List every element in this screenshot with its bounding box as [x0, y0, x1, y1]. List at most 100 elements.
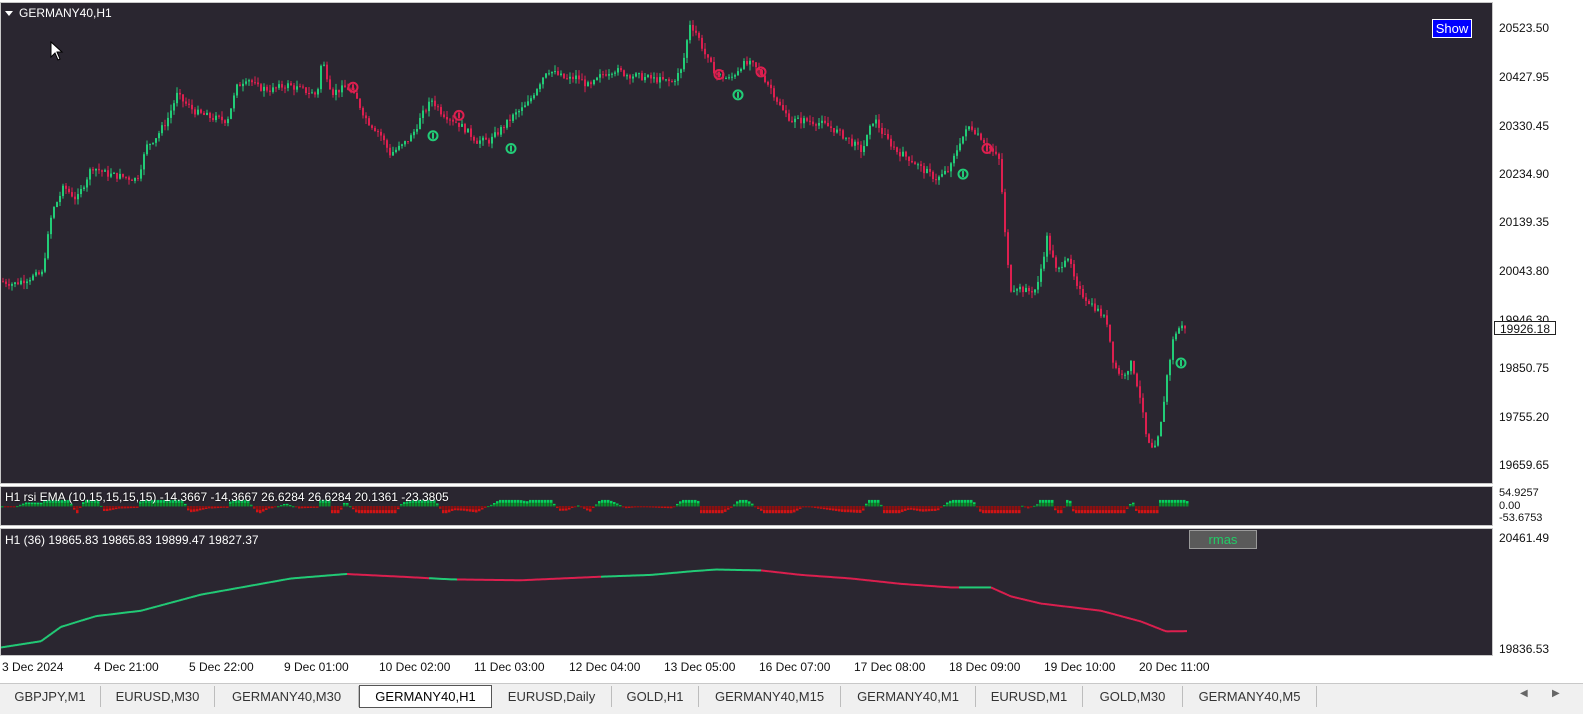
tab-eurusd-m30[interactable]: EURUSD,M30 [101, 686, 215, 707]
rmas-button[interactable]: rmas [1189, 530, 1257, 549]
rma-segment [145, 609, 147, 610]
candle-body [1046, 236, 1048, 257]
rsi-bar-signal [529, 503, 532, 506]
rma-segment [1005, 594, 1007, 595]
rsi-bar-signal [631, 506, 634, 507]
tab-scroll-right-icon[interactable]: ▶ [1552, 688, 1560, 699]
tab-germany40-m5[interactable]: GERMANY40,M5 [1183, 686, 1317, 707]
candle-body [449, 120, 451, 121]
rsi-bar-signal [1015, 506, 1018, 510]
rma-segment [1009, 596, 1011, 597]
candle-body [1076, 276, 1078, 285]
tab-scroll-left-icon[interactable]: ◀ [1520, 688, 1528, 699]
rsi-bar-signal [868, 503, 871, 506]
rsi-bar-signal [751, 505, 754, 506]
candle-body [869, 126, 871, 135]
rsi-bar-signal [1102, 506, 1105, 510]
candle-body [41, 272, 43, 275]
candle-body [425, 110, 427, 111]
rsi-bar-signal [439, 506, 442, 507]
rsi-bar-signal [628, 506, 631, 507]
candle-body [290, 83, 292, 85]
tab-germany40-m15[interactable]: GERMANY40,M15 [699, 686, 841, 707]
time-tick: 11 Dec 03:00 [474, 660, 545, 674]
rsi-bar-signal [916, 506, 919, 509]
rsi-bar-signal [703, 506, 706, 510]
candle-body [203, 113, 205, 115]
candle-body [14, 282, 16, 284]
time-tick: 18 Dec 09:00 [949, 660, 1020, 674]
rsi-bar-signal [931, 506, 934, 509]
rsi-bar-signal [577, 506, 580, 507]
rsi-bar-signal [226, 506, 229, 507]
tab-eurusd-m1[interactable]: EURUSD,M1 [976, 686, 1083, 707]
candle-body [1091, 303, 1093, 304]
candlestick-chart[interactable] [1, 3, 1492, 483]
rsi-bar-signal [187, 506, 190, 508]
rsi-bar-signal [1018, 506, 1021, 510]
candle-body [188, 104, 190, 105]
candle-body [857, 142, 859, 145]
tab-eurusd-daily[interactable]: EURUSD,Daily [492, 686, 612, 707]
rma-segment [1129, 618, 1131, 619]
candle-body [518, 111, 520, 112]
rsi-bar-signal [1147, 506, 1150, 510]
rsi-bar-signal [847, 506, 850, 509]
current-price-label: 19926.18 [1494, 321, 1556, 335]
rsi-bar-signal [1108, 506, 1111, 510]
candle-body [8, 284, 10, 286]
rsi-pane[interactable]: H1 rsi EMA (10,15,15,15,15) -14.3667 -14… [0, 486, 1493, 526]
candle-body [683, 58, 685, 69]
time-tick: 16 Dec 07:00 [759, 660, 830, 674]
rma-segment [1105, 612, 1107, 613]
candle-body [509, 120, 511, 121]
price-chart-pane[interactable]: GERMANY40,H1 Show [0, 2, 1493, 484]
time-tick: 12 Dec 04:00 [569, 660, 640, 674]
rma-segment [151, 608, 153, 609]
rma-segment [1007, 595, 1009, 596]
candle-body [689, 25, 691, 40]
candle-body [746, 61, 748, 64]
rsi-bar-signal [607, 503, 610, 506]
candle-body [647, 75, 649, 77]
rsi-bar-signal [730, 506, 733, 507]
candle-body [728, 77, 730, 78]
tab-gold-h1[interactable]: GOLD,H1 [612, 686, 699, 707]
candle-body [842, 130, 844, 138]
rsi-bar-signal [637, 506, 640, 507]
rma-segment [999, 591, 1001, 592]
tab-gold-m30[interactable]: GOLD,M30 [1083, 686, 1183, 707]
tab-gbpjpy-m1[interactable]: GBPJPY,M1 [0, 686, 101, 707]
candle-body [611, 74, 613, 75]
candle-body [1109, 325, 1111, 342]
show-button[interactable]: Show [1432, 19, 1472, 38]
candle-body [404, 141, 406, 144]
rsi-bar-signal [808, 506, 811, 507]
candle-body [569, 77, 571, 79]
candle-body [803, 118, 805, 123]
candle-body [596, 78, 598, 80]
tab-germany40-m1[interactable]: GERMANY40,M1 [841, 686, 976, 707]
rsi-bar-signal [658, 506, 661, 507]
tab-germany40-m30[interactable]: GERMANY40,M30 [215, 686, 359, 707]
rsi-bar-signal [304, 506, 307, 507]
rsi-bar-signal [871, 503, 874, 506]
rma-segment [93, 616, 95, 617]
price-axis[interactable]: 20523.50 20427.95 20330.45 20234.90 2013… [1493, 2, 1583, 484]
candle-body [383, 136, 385, 141]
candle-body [659, 77, 661, 82]
candle-body [632, 77, 634, 79]
candle-body [716, 73, 718, 74]
candle-body [785, 110, 787, 113]
candle-body [200, 110, 202, 113]
candle-body [545, 73, 547, 77]
rmas-pane[interactable]: H1 (36) 19865.83 19865.83 19899.47 19827… [0, 528, 1493, 656]
rsi-bar-signal [949, 503, 952, 506]
candle-body [671, 81, 673, 82]
triangle-down-icon [5, 11, 13, 16]
candle-body [17, 282, 19, 284]
rsi-bar-signal [490, 505, 493, 506]
rsi-bar-signal [817, 506, 820, 507]
tab-germany40-h1[interactable]: GERMANY40,H1 [359, 685, 492, 708]
rsi-bar-signal [310, 506, 313, 507]
